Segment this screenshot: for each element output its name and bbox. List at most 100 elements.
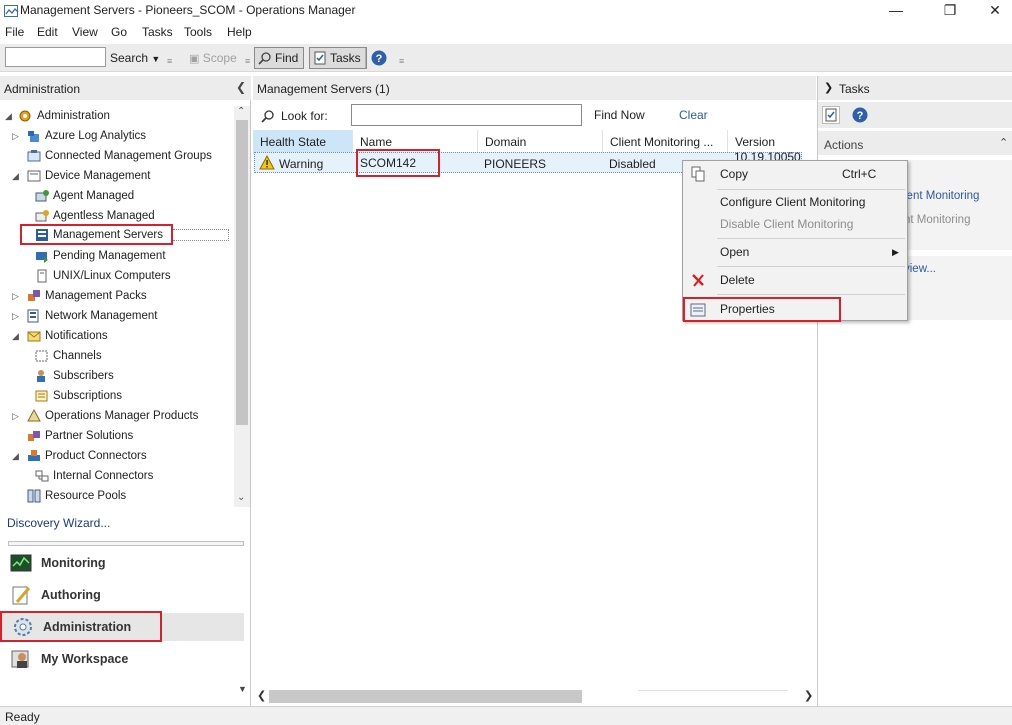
workspace-monitoring[interactable]: Monitoring <box>0 548 244 578</box>
menu-separator <box>717 238 905 239</box>
menu-item-delete[interactable]: Delete <box>684 268 906 292</box>
expand-arrow-icon[interactable]: ◢ <box>5 106 15 126</box>
toolbar-overflow-icon-2[interactable]: ≡ <box>245 56 250 66</box>
close-button[interactable]: ✕ <box>972 0 1012 22</box>
menu-item-copy[interactable]: Copy Ctrl+C <box>684 162 906 186</box>
column-header-health-state[interactable]: Health State <box>253 130 353 154</box>
authoring-icon <box>10 585 32 605</box>
menu-tools[interactable]: Tools <box>184 25 212 39</box>
tree-item-management-packs[interactable]: ▷ Management Packs <box>0 286 234 306</box>
menu-go[interactable]: Go <box>111 25 127 39</box>
tree-item-subscribers[interactable]: Subscribers <box>0 366 234 386</box>
collapsed-arrow-icon[interactable]: ▷ <box>12 406 22 426</box>
collapsed-arrow-icon[interactable]: ▷ <box>12 286 22 306</box>
menu-tasks[interactable]: Tasks <box>142 25 173 39</box>
cell-domain: PIONEERS <box>484 157 547 171</box>
look-for-input[interactable] <box>351 104 582 126</box>
collapsed-arrow-icon[interactable]: ▷ <box>12 126 22 146</box>
tree-item-agentless-managed[interactable]: Agentless Managed <box>0 206 234 226</box>
column-header-domain[interactable]: Domain <box>478 130 603 154</box>
tree-item-unix-linux-computers[interactable]: UNIX/Linux Computers <box>0 266 234 286</box>
gear-icon <box>18 109 32 123</box>
action-enable-client-monitoring[interactable]: ient Monitoring <box>904 190 979 202</box>
expand-arrow-icon[interactable]: ◢ <box>12 446 22 466</box>
tree-item-management-servers[interactable]: Management Servers <box>20 224 173 245</box>
find-button[interactable]: Find <box>254 47 305 69</box>
expand-arrow-icon[interactable]: ◢ <box>12 326 22 346</box>
clear-button[interactable]: Clear <box>679 108 708 122</box>
scroll-down-icon[interactable]: ⌄ <box>237 492 245 503</box>
menu-help[interactable]: Help <box>227 25 252 39</box>
tree-item-pending-management[interactable]: Pending Management <box>0 246 234 266</box>
pane-splitter[interactable] <box>8 541 244 546</box>
discovery-wizard-link[interactable]: Discovery Wizard... <box>7 516 110 530</box>
tree-item-channels[interactable]: Channels <box>0 346 234 366</box>
menu-item-label: Copy <box>720 167 749 181</box>
scrollbar-thumb[interactable] <box>236 120 248 425</box>
results-header: Management Servers (1) <box>253 76 816 100</box>
navigation-title: Administration <box>4 82 81 96</box>
workspace-administration[interactable]: Administration <box>0 611 162 642</box>
toolbar-overflow-icon-3[interactable]: ≡ <box>399 56 404 66</box>
tree-item-agent-managed[interactable]: Agent Managed <box>0 186 234 206</box>
tree-item-network-management[interactable]: ▷ Network Management <box>0 306 234 326</box>
menu-edit[interactable]: Edit <box>37 25 58 39</box>
search-input[interactable] <box>5 47 106 67</box>
menu-item-open[interactable]: Open ▶ <box>684 240 906 264</box>
scroll-right-icon[interactable]: ❯ <box>804 689 813 702</box>
expand-arrow-icon[interactable]: ◢ <box>12 166 22 186</box>
network-icon <box>27 309 41 323</box>
tree-item-label: Device Management <box>45 170 151 182</box>
workspace-label: Authoring <box>41 588 101 602</box>
tree-item-resource-pools[interactable]: Resource Pools <box>0 486 234 506</box>
tree-item-notifications[interactable]: ◢ Notifications <box>0 326 234 346</box>
workspace-authoring[interactable]: Authoring <box>0 580 244 610</box>
menu-item-configure-client-monitoring[interactable]: Configure Client Monitoring <box>684 190 906 214</box>
tree-item-azure-log-analytics[interactable]: ▷ Azure Log Analytics <box>0 126 234 146</box>
workspace-my-workspace[interactable]: My Workspace <box>0 644 244 674</box>
tasks-button[interactable]: Tasks <box>309 47 367 69</box>
properties-icon <box>690 302 706 318</box>
menu-item-properties[interactable]: Properties <box>683 297 841 322</box>
minimize-button[interactable]: — <box>873 0 919 22</box>
more-workspaces-icon[interactable]: ▼ <box>238 684 247 694</box>
expand-pane-icon[interactable]: ❯ <box>824 81 833 94</box>
tree-item-connected-management-groups[interactable]: Connected Management Groups <box>0 146 234 166</box>
maximize-button[interactable]: ❐ <box>927 0 973 22</box>
search-dropdown[interactable]: Search ▼ <box>110 51 160 65</box>
results-title: Management Servers (1) <box>257 82 390 96</box>
scope-button[interactable]: ▣ Scope <box>189 51 237 65</box>
action-view[interactable]: view... <box>904 263 936 275</box>
tree-item-operations-manager-products[interactable]: ▷ Operations Manager Products <box>0 406 234 426</box>
context-menu: Copy Ctrl+C Configure Client Monitoring … <box>682 160 908 322</box>
tree-item-internal-connectors[interactable]: Internal Connectors <box>0 466 234 486</box>
menu-view[interactable]: View <box>72 25 98 39</box>
column-header-client-monitoring[interactable]: Client Monitoring ... <box>603 130 728 154</box>
collapse-pane-icon[interactable]: ❮ <box>236 80 246 94</box>
results-horizontal-scrollbar[interactable]: ❮ ❯ <box>253 688 816 705</box>
tree-item-device-management[interactable]: ◢ Device Management <box>0 166 234 186</box>
tree-item-label: Pending Management <box>53 250 166 262</box>
actions-section-header[interactable]: Actions ⌃ <box>818 131 1012 155</box>
scrollbar-thumb[interactable] <box>269 690 582 703</box>
tree-item-partner-solutions[interactable]: Partner Solutions <box>0 426 234 446</box>
menu-file[interactable]: File <box>5 25 24 39</box>
tree-item-subscriptions[interactable]: Subscriptions <box>0 386 234 406</box>
find-now-button[interactable]: Find Now <box>594 108 645 122</box>
toolbar-overflow-icon[interactable]: ≡ <box>167 56 172 66</box>
scroll-left-icon[interactable]: ❮ <box>257 689 266 702</box>
tree-item-product-connectors[interactable]: ◢ Product Connectors <box>0 446 234 466</box>
look-for-label: Look for: <box>281 109 328 123</box>
tree-scrollbar[interactable]: ⌃ ⌄ <box>234 106 250 507</box>
cell-name: SCOM142 <box>356 149 440 177</box>
tab-tasks-icon[interactable] <box>822 106 840 124</box>
collapse-section-icon[interactable]: ⌃ <box>999 136 1008 149</box>
tab-help-icon[interactable]: ? <box>852 107 868 123</box>
help-icon[interactable]: ? <box>371 50 387 66</box>
collapsed-arrow-icon[interactable]: ▷ <box>12 306 22 326</box>
scroll-up-icon[interactable]: ⌃ <box>237 106 245 117</box>
tree-item-administration[interactable]: ◢ Administration <box>0 106 234 126</box>
menu-item-label: Disable Client Monitoring <box>720 217 854 231</box>
tree-item-label: Channels <box>53 350 102 362</box>
tasks-title: Tasks <box>839 82 870 96</box>
